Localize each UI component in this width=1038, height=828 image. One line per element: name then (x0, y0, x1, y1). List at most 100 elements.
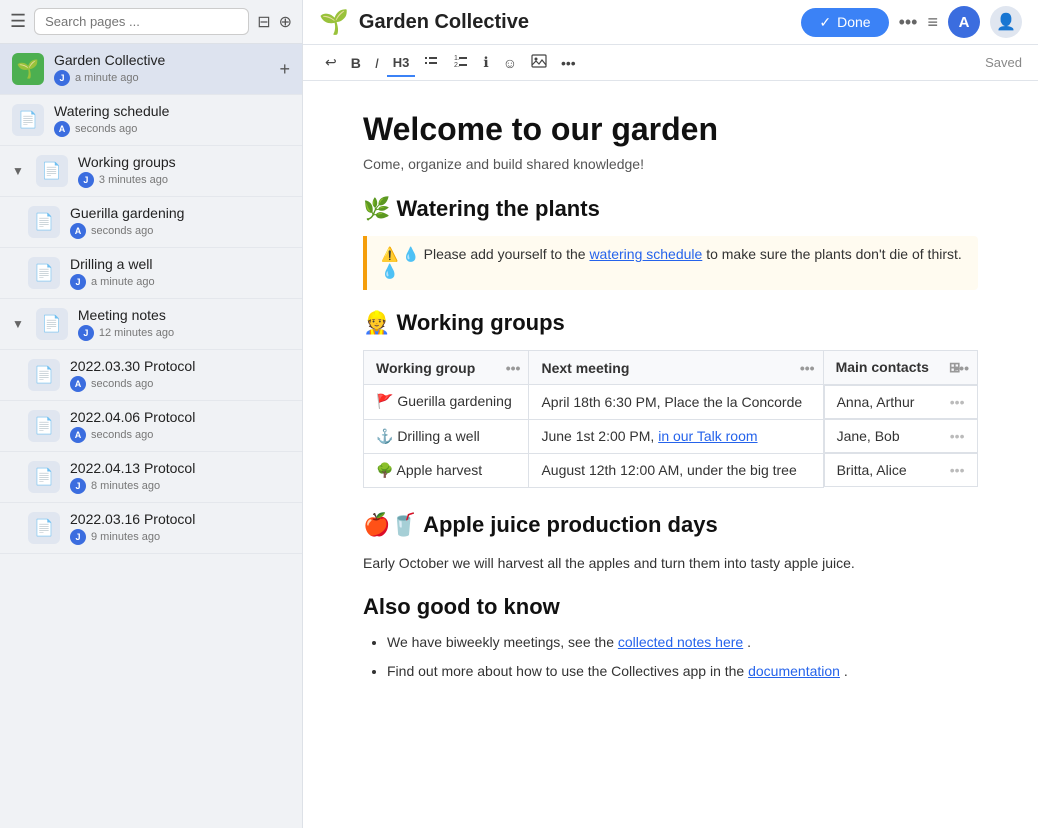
table-of-contents-icon[interactable]: ≡ (927, 12, 938, 33)
row-options-icon[interactable]: ••• (950, 462, 965, 478)
hamburger-icon[interactable]: ☰ (10, 11, 26, 32)
section-heading-apple-juice: 🍎🥤 Apple juice production days (363, 512, 978, 538)
info-button[interactable]: ℹ (477, 50, 494, 75)
column-options-icon[interactable]: ••• (954, 360, 969, 376)
table-row: ⚓ Drilling a well June 1st 2:00 PM, in o… (364, 419, 978, 453)
list-item: We have biweekly meetings, see the colle… (387, 630, 978, 655)
sidebar-item-icon: 📄 (28, 257, 60, 289)
table-cell-group: 🚩 Guerilla gardening (364, 385, 529, 420)
bullet-list-button[interactable] (417, 49, 445, 76)
sidebar-history-icon[interactable]: ⊕ (279, 12, 292, 32)
sidebar-item-icon: 📄 (28, 461, 60, 493)
table-cell-contacts: Jane, Bob ••• (824, 419, 978, 453)
formatting-toolbar: ↩ B I H3 1. 2. ℹ ☺ ••• Saved (303, 45, 1038, 81)
more-toolbar-button[interactable]: ••• (555, 51, 582, 75)
checkmark-icon: ✓ (819, 14, 831, 31)
table-row: 🌳 Apple harvest August 12th 12:00 AM, un… (364, 453, 978, 487)
table-row: 🚩 Guerilla gardening April 18th 6:30 PM,… (364, 385, 978, 420)
sidebar-item-icon: 📄 (36, 308, 68, 340)
sidebar-item-time: 8 minutes ago (91, 480, 160, 492)
sidebar-item-protocol-20220330[interactable]: 📄 2022.03.30 Protocol A seconds ago (0, 350, 302, 401)
list-item: Find out more about how to use the Colle… (387, 659, 978, 684)
done-button[interactable]: ✓ Done (801, 8, 888, 37)
sidebar-item-title: 2022.04.06 Protocol (70, 409, 290, 425)
water-drop-icon: 💧 (402, 246, 419, 262)
sidebar-item-guerilla-gardening[interactable]: 📄 Guerilla gardening A seconds ago (0, 197, 302, 248)
callout-watering: ⚠️ 💧 Please add yourself to the watering… (363, 236, 978, 290)
saved-status: Saved (985, 55, 1022, 70)
sidebar-item-time: a minute ago (75, 72, 139, 84)
sidebar-item-garden-collective[interactable]: 🌱 Garden Collective J a minute ago + (0, 44, 302, 95)
row-options-icon[interactable]: ••• (950, 394, 965, 410)
talk-room-link[interactable]: in our Talk room (658, 428, 757, 444)
sidebar-item-title: Meeting notes (78, 307, 290, 323)
collapse-arrow-icon[interactable]: ▼ (12, 164, 24, 178)
sidebar-item-meeting-notes[interactable]: ▼ 📄 Meeting notes J 12 minutes ago (0, 299, 302, 350)
add-page-button[interactable]: + (279, 59, 290, 80)
sidebar-item-icon: 📄 (12, 104, 44, 136)
sidebar-item-title: 2022.04.13 Protocol (70, 460, 290, 476)
avatar: J (70, 478, 86, 494)
table-cell-contacts: Britta, Alice ••• (824, 453, 978, 487)
italic-button[interactable]: I (369, 51, 385, 75)
avatar: A (70, 376, 86, 392)
avatar: A (54, 121, 70, 137)
working-groups-table: Working group ••• Next meeting ••• Main … (363, 350, 978, 488)
main-content-area: 🌱 Garden Collective ✓ Done ••• ≡ A 👤 ↩ B… (303, 0, 1038, 828)
collaborators-icon[interactable]: 👤 (990, 6, 1022, 38)
sidebar-item-protocol-20220406[interactable]: 📄 2022.04.06 Protocol A seconds ago (0, 401, 302, 452)
sidebar-item-title: 2022.03.16 Protocol (70, 511, 290, 527)
table-cell-contacts: Anna, Arthur ••• (824, 385, 978, 419)
sidebar-item-icon: 🌱 (12, 53, 44, 85)
avatar: J (78, 172, 94, 188)
sidebar-item-protocol-20220413[interactable]: 📄 2022.04.13 Protocol J 8 minutes ago (0, 452, 302, 503)
avatar: J (70, 529, 86, 545)
table-cell-group: ⚓ Drilling a well (364, 419, 529, 453)
table-cell-meeting: April 18th 6:30 PM, Place the la Concord… (529, 385, 823, 420)
sidebar-item-title: Watering schedule (54, 103, 290, 119)
image-button[interactable] (525, 49, 553, 76)
sidebar-item-time: seconds ago (75, 123, 137, 135)
collected-notes-link[interactable]: collected notes here (618, 634, 743, 650)
row-options-icon[interactable]: ••• (950, 428, 965, 444)
sidebar-item-time: seconds ago (91, 429, 153, 441)
sidebar-item-title: 2022.03.30 Protocol (70, 358, 290, 374)
more-options-icon[interactable]: ••• (899, 12, 918, 33)
numbered-list-button[interactable]: 1. 2. (447, 49, 475, 76)
avatar: J (70, 274, 86, 290)
sidebar: ☰ ⊟ ⊕ 🌱 Garden Collective J a minute ago… (0, 0, 303, 828)
sidebar-item-time: a minute ago (91, 276, 155, 288)
search-input[interactable] (34, 8, 249, 35)
table-cell-group: 🌳 Apple harvest (364, 453, 529, 487)
sidebar-template-icon[interactable]: ⊟ (257, 12, 270, 32)
sidebar-item-watering-schedule[interactable]: 📄 Watering schedule A seconds ago (0, 95, 302, 146)
sidebar-header: ☰ ⊟ ⊕ (0, 0, 302, 44)
bold-button[interactable]: B (345, 51, 367, 75)
table-header-meeting: Next meeting ••• (529, 351, 823, 385)
table-cell-meeting: June 1st 2:00 PM, in our Talk room (529, 419, 823, 453)
watering-schedule-link[interactable]: watering schedule (589, 246, 702, 262)
table-header-contacts: Main contacts ••• ⊞ (823, 351, 977, 385)
document-subtitle: Come, organize and build shared knowledg… (363, 156, 978, 172)
column-options-icon[interactable]: ••• (800, 360, 815, 376)
sidebar-item-protocol-20220316[interactable]: 📄 2022.03.16 Protocol J 9 minutes ago (0, 503, 302, 554)
sidebar-item-icon: 📄 (28, 512, 60, 544)
sidebar-item-title: Guerilla gardening (70, 205, 290, 221)
column-options-icon[interactable]: ••• (506, 360, 521, 376)
sidebar-item-icon: 📄 (36, 155, 68, 187)
sidebar-item-working-groups[interactable]: ▼ 📄 Working groups J 3 minutes ago (0, 146, 302, 197)
document-title: Welcome to our garden (363, 111, 978, 148)
callout-text-after: to make sure the plants don't die of thi… (706, 246, 962, 262)
h3-button[interactable]: H3 (387, 51, 416, 74)
section-heading-watering: 🌿 Watering the plants (363, 196, 978, 222)
collapse-arrow-icon[interactable]: ▼ (12, 317, 24, 331)
documentation-link[interactable]: documentation (748, 663, 840, 679)
emoji-button[interactable]: ☺ (497, 51, 523, 75)
sidebar-item-time: 12 minutes ago (99, 327, 174, 339)
sidebar-item-drilling-a-well[interactable]: 📄 Drilling a well J a minute ago (0, 248, 302, 299)
water-drop-end-icon: 💧 (381, 263, 398, 279)
undo-button[interactable]: ↩ (319, 50, 343, 75)
sidebar-item-title: Garden Collective (54, 52, 269, 68)
section-heading-working-groups: 👷 Working groups (363, 310, 978, 336)
user-avatar[interactable]: A (948, 6, 980, 38)
